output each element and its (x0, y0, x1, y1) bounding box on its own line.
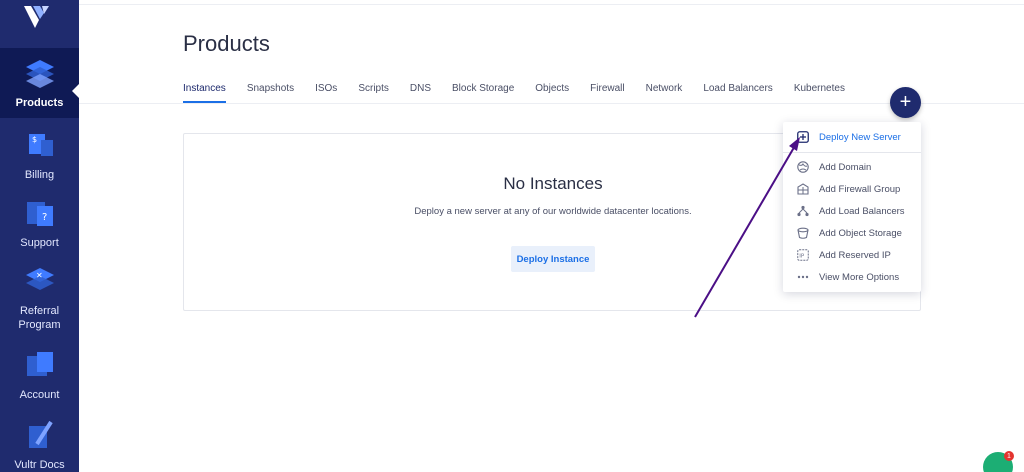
menu-item-add-reserved-ip[interactable]: IP Add Reserved IP (783, 244, 921, 266)
menu-divider (783, 152, 921, 153)
menu-item-label: Add Load Balancers (819, 205, 905, 217)
sidebar-item-label: Referral Program (18, 305, 61, 331)
add-product-button[interactable]: + (890, 87, 921, 118)
more-dots-icon (797, 275, 809, 279)
sidebar-item-label: Account (19, 389, 60, 401)
menu-item-label: Deploy New Server (819, 131, 901, 143)
tab-instances[interactable]: Instances (183, 83, 226, 103)
sidebar-item-billing[interactable]: $ Billing (0, 128, 79, 188)
sidebar: Products $ Billing ? Support ✕ Referral … (0, 0, 79, 472)
sidebar-item-account[interactable]: Account (0, 348, 79, 408)
menu-item-add-firewall-group[interactable]: Add Firewall Group (783, 178, 921, 200)
svg-text:IP: IP (799, 253, 805, 259)
svg-text:?: ? (42, 212, 47, 223)
tab-firewall[interactable]: Firewall (590, 83, 624, 103)
tab-block-storage[interactable]: Block Storage (452, 83, 514, 103)
globe-icon (797, 161, 809, 173)
deploy-instance-button[interactable]: Deploy Instance (511, 246, 595, 272)
tab-snapshots[interactable]: Snapshots (247, 83, 294, 103)
tab-network[interactable]: Network (646, 83, 683, 103)
tab-isos[interactable]: ISOs (315, 83, 337, 103)
support-icon: ? (26, 202, 53, 226)
load-balancer-icon (797, 205, 809, 217)
app-root: Products $ Billing ? Support ✕ Referral … (0, 0, 1024, 472)
account-icon (26, 352, 53, 376)
svg-text:$: $ (32, 135, 37, 144)
bucket-icon (797, 227, 809, 239)
menu-item-add-domain[interactable]: Add Domain (783, 156, 921, 178)
tab-bar: Instances Snapshots ISOs Scripts DNS Blo… (183, 83, 845, 103)
tabs-divider (79, 103, 1024, 104)
docs-icon (28, 420, 53, 448)
sidebar-item-referral[interactable]: ✕ Referral Program (0, 264, 79, 334)
menu-item-deploy-new-server[interactable]: Deploy New Server (783, 126, 921, 148)
menu-item-label: Add Firewall Group (819, 183, 901, 195)
plus-square-icon (797, 131, 809, 143)
page-title: Products (183, 31, 270, 56)
sidebar-item-products[interactable]: Products (0, 48, 79, 118)
svg-text:✕: ✕ (36, 271, 43, 280)
menu-item-label: Add Reserved IP (819, 249, 891, 261)
active-indicator (72, 84, 79, 98)
sidebar-item-label: Billing (24, 169, 55, 181)
tab-kubernetes[interactable]: Kubernetes (794, 83, 845, 103)
tab-dns[interactable]: DNS (410, 83, 431, 103)
referral-icon: ✕ (25, 268, 54, 290)
sidebar-item-docs[interactable]: Vultr Docs (0, 418, 79, 472)
ip-icon: IP (797, 249, 809, 261)
tab-load-balancers[interactable]: Load Balancers (703, 83, 773, 103)
add-product-menu: Deploy New Server Add Domain Add Firewal… (783, 122, 921, 292)
menu-item-label: View More Options (819, 271, 900, 283)
menu-item-label: Add Domain (819, 161, 872, 173)
menu-item-label: Add Object Storage (819, 227, 902, 239)
menu-item-add-load-balancers[interactable]: Add Load Balancers (783, 200, 921, 222)
chat-notification-badge: 1 (1004, 451, 1014, 461)
sidebar-item-label: Support (20, 237, 59, 249)
sidebar-item-label: Vultr Docs (14, 459, 65, 471)
products-icon (25, 60, 54, 88)
menu-item-add-object-storage[interactable]: Add Object Storage (783, 222, 921, 244)
billing-icon: $ (28, 134, 53, 156)
tab-objects[interactable]: Objects (535, 83, 569, 103)
sidebar-item-support[interactable]: ? Support (0, 196, 79, 256)
top-divider (79, 4, 1024, 5)
sidebar-item-label: Products (15, 97, 64, 109)
tab-scripts[interactable]: Scripts (358, 83, 389, 103)
menu-item-view-more-options[interactable]: View More Options (783, 266, 921, 288)
vultr-logo[interactable] (22, 4, 54, 30)
firewall-icon (797, 183, 809, 195)
